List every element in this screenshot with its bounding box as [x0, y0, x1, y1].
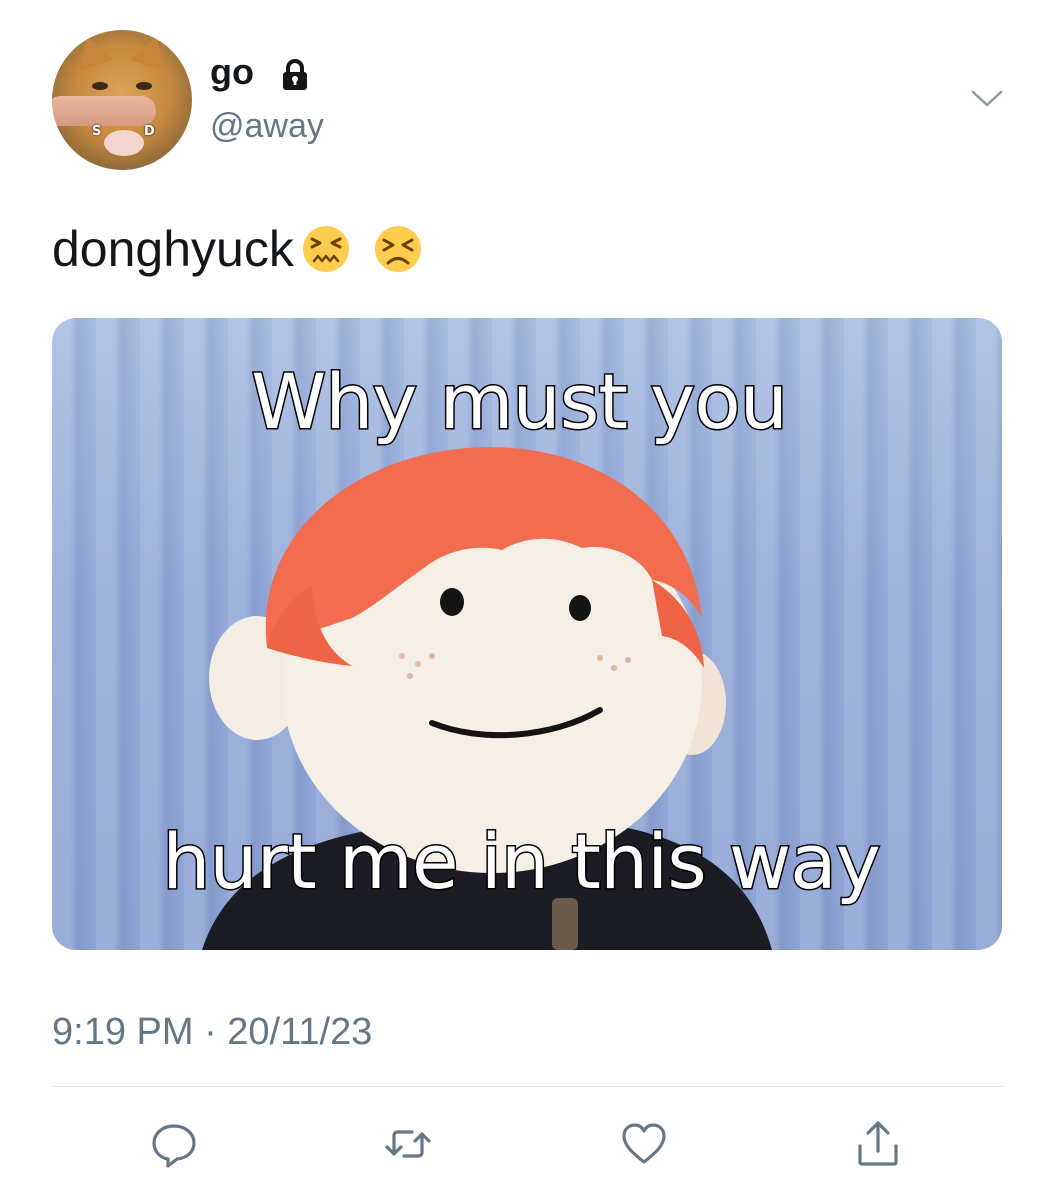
- like-button[interactable]: [618, 1118, 670, 1170]
- persevering-face-emoji: [374, 226, 421, 272]
- meme-caption-bottom: hurt me in this way: [161, 817, 882, 906]
- tweet-text-content: donghyuck: [52, 221, 294, 277]
- tweet-container: S D go @away donghyuck Why must you hurt…: [0, 0, 1054, 1200]
- finger: [52, 96, 156, 126]
- avatar-tag-d: D: [144, 124, 155, 139]
- retweet-button[interactable]: [382, 1118, 434, 1170]
- avatar-tag-s: S: [92, 124, 102, 139]
- share-icon: [858, 1121, 898, 1166]
- cat-eye-right: [136, 82, 152, 90]
- reply-icon: [152, 1124, 196, 1168]
- lock-icon: [283, 59, 307, 90]
- meme-caption-top: Why must you: [250, 357, 790, 446]
- confounded-face-emoji: [302, 226, 349, 272]
- avatar[interactable]: S D: [52, 30, 192, 170]
- cat-ear-left: [70, 31, 114, 71]
- tweet-text: donghyuck: [52, 218, 424, 280]
- heart-icon: [622, 1123, 666, 1164]
- divider: [52, 1086, 1004, 1087]
- cat-eye-left: [92, 82, 108, 90]
- cat-ear-right: [130, 31, 174, 71]
- share-button[interactable]: [852, 1118, 904, 1170]
- tweet-timestamp[interactable]: 9:19 PM · 20/11/23: [52, 1010, 372, 1054]
- user-handle[interactable]: @away: [210, 106, 324, 146]
- reply-button[interactable]: [148, 1118, 200, 1170]
- tweet-media-image[interactable]: Why must you hurt me in this way: [52, 318, 1002, 950]
- chevron-down-icon[interactable]: [970, 88, 1004, 110]
- cat-mouth: [104, 130, 144, 156]
- display-name[interactable]: go: [210, 52, 254, 92]
- retweet-icon: [385, 1130, 431, 1158]
